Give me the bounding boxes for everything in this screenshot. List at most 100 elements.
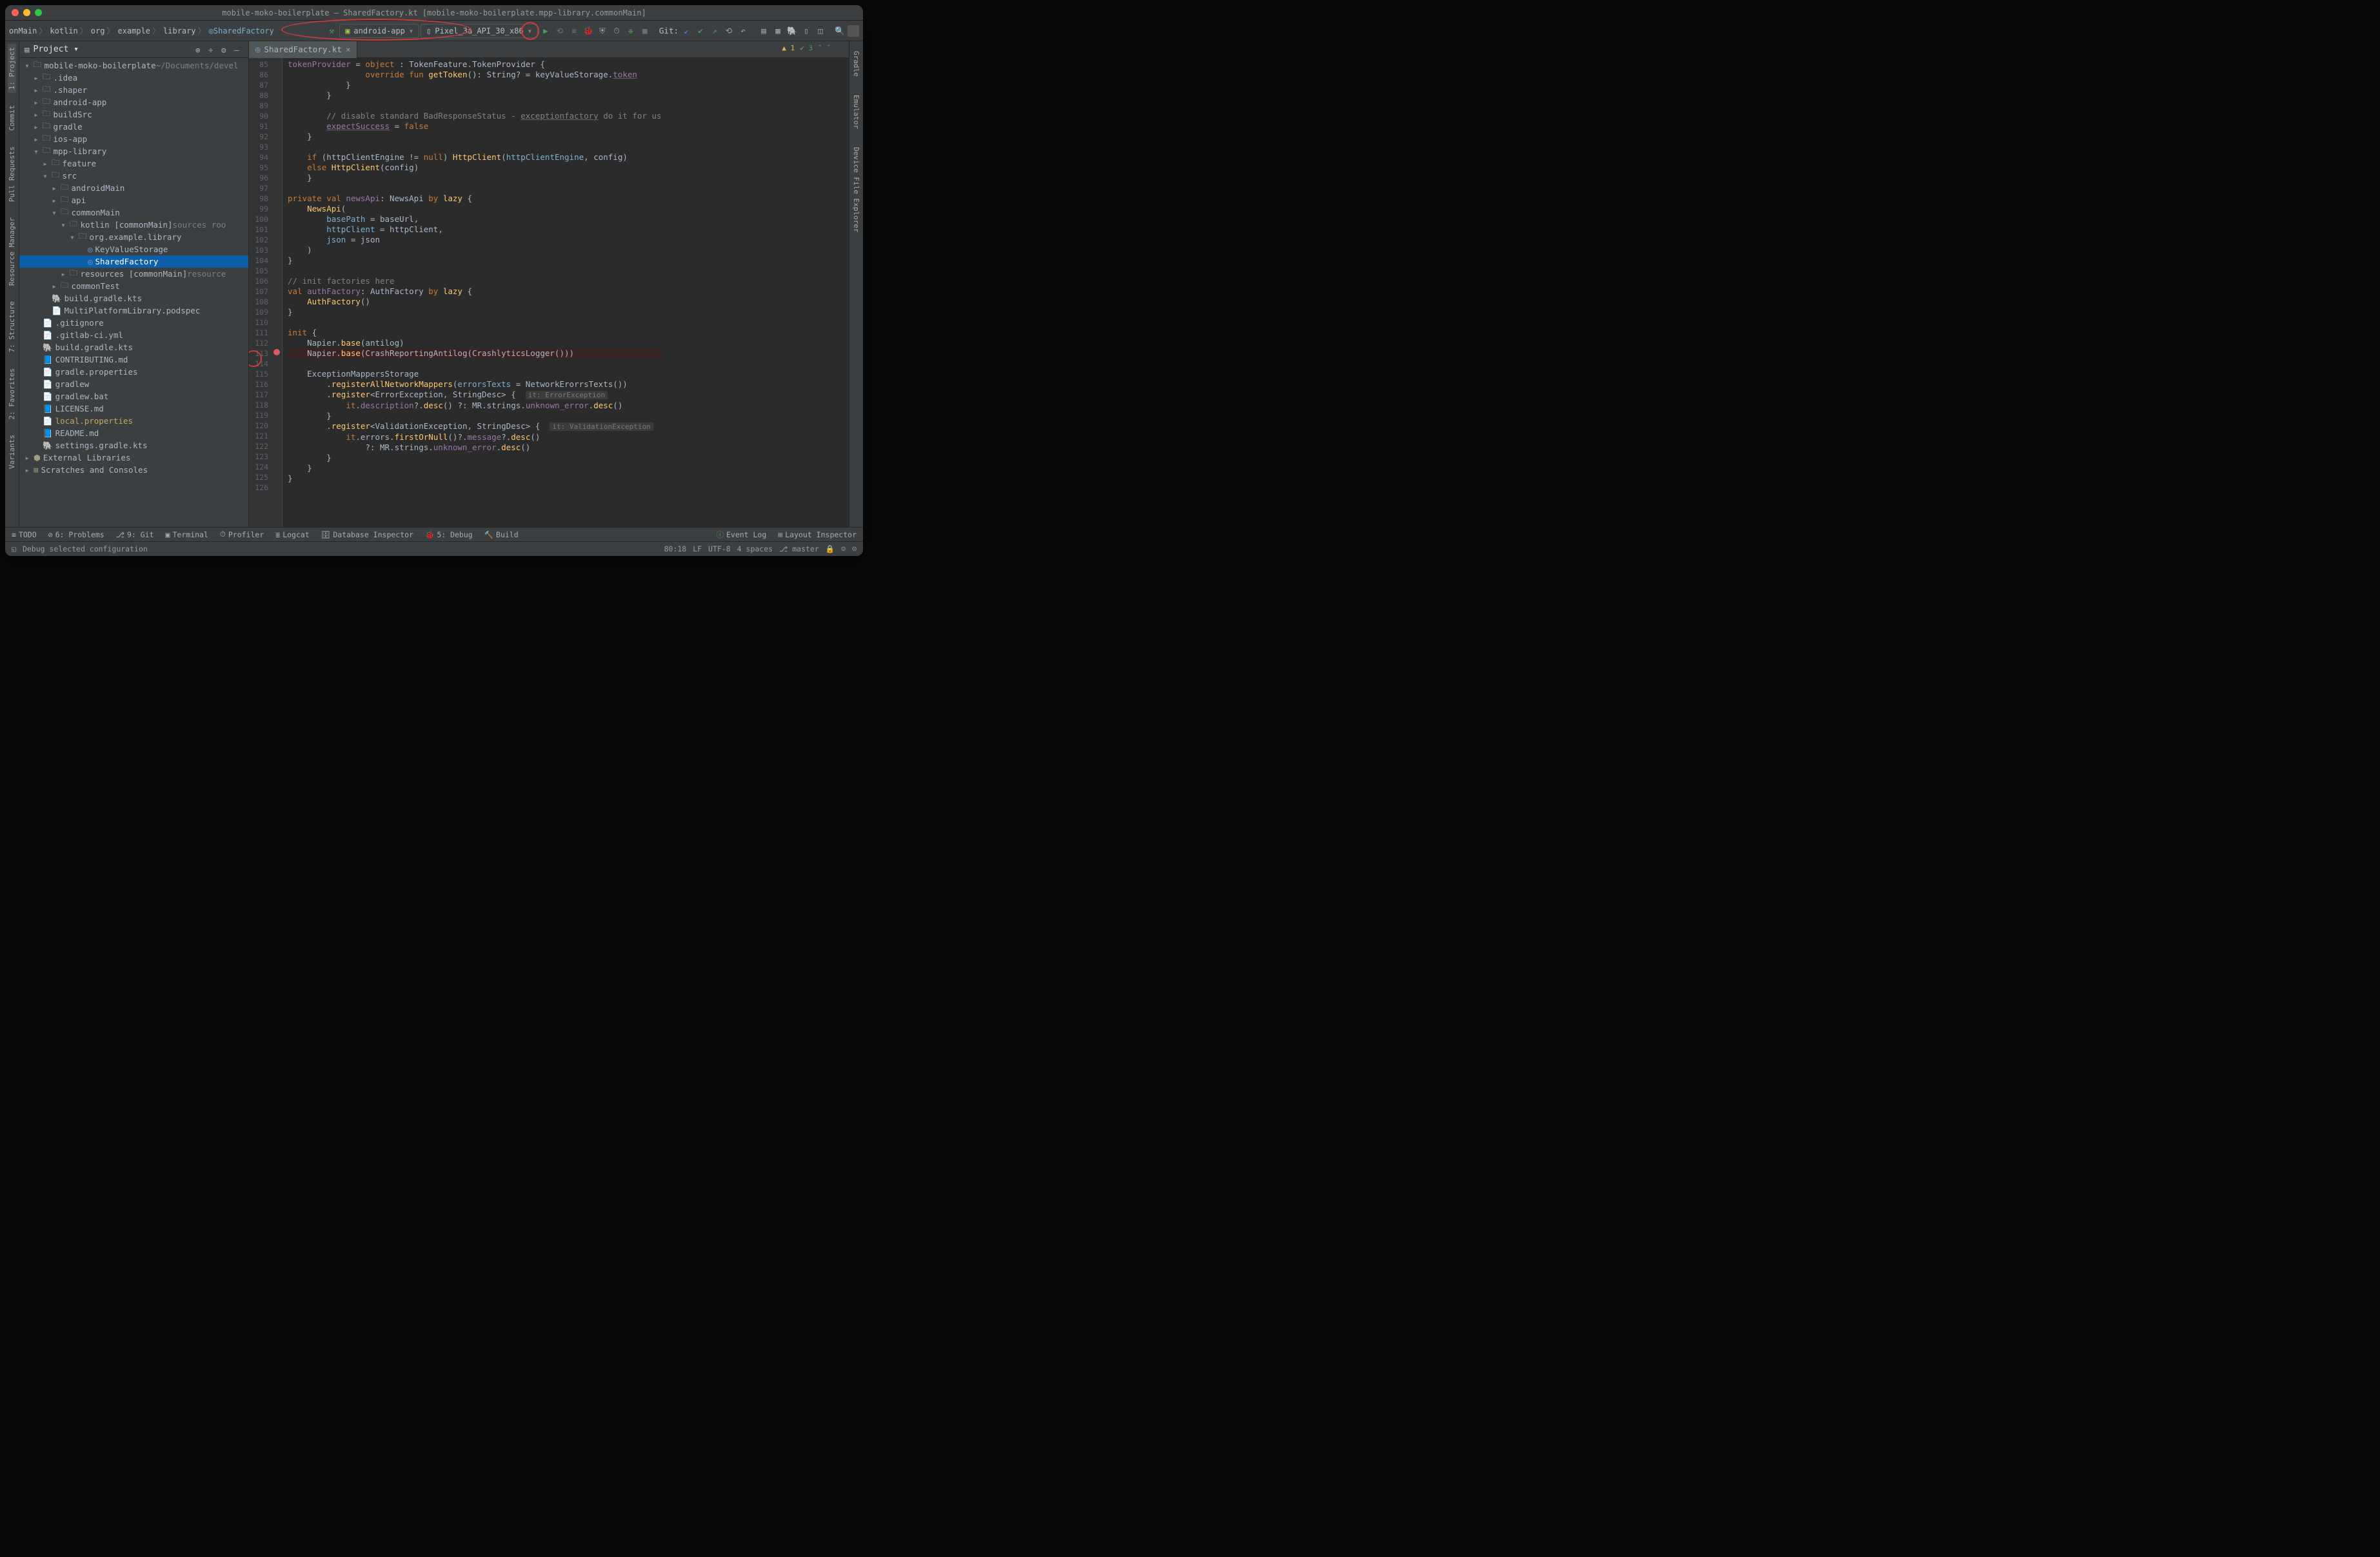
breakpoint-icon[interactable] (273, 349, 280, 355)
breadcrumb[interactable]: kotlin〉 (50, 25, 89, 36)
tree-item[interactable]: ▾🗀org.example.library (19, 231, 248, 243)
side-device-file-explorer[interactable]: Device File Explorer (852, 144, 860, 235)
settings-gear-icon[interactable]: ⚙ (221, 45, 230, 54)
breadcrumb[interactable]: library〉 (163, 25, 208, 36)
bottom-git[interactable]: ⎇ 9: Git (116, 530, 154, 539)
tree-item[interactable]: 📄gradle.properties (19, 366, 248, 378)
bottom-layout-inspector[interactable]: ⊞ Layout Inspector (778, 530, 857, 539)
tree-item[interactable]: 📘LICENSE.md (19, 402, 248, 415)
bottom-db[interactable]: 🗄 Database Inspector (321, 530, 413, 539)
encoding[interactable]: UTF-8 (708, 544, 731, 553)
tree-item[interactable]: ▾🗀mpp-library (19, 145, 248, 157)
tree-item[interactable]: ▸⊞Scratches and Consoles (19, 464, 248, 476)
project-view-selector[interactable]: Project ▾ (34, 45, 79, 54)
tree-item[interactable]: ▸🗀ios-app (19, 133, 248, 145)
tree-item[interactable]: 🐘settings.gradle.kts (19, 439, 248, 451)
side-resource-manager[interactable]: Resource Manager (8, 214, 16, 289)
breadcrumb[interactable]: org〉 (91, 25, 117, 36)
expand-all-icon[interactable]: ÷ (208, 45, 217, 54)
hide-icon[interactable]: — (234, 45, 243, 54)
line-ending[interactable]: LF (693, 544, 702, 553)
side-pull-requests[interactable]: Pull Requests (8, 143, 16, 205)
bottom-logcat[interactable]: ≣ Logcat (275, 530, 309, 539)
attach-icon[interactable]: ❉ (624, 25, 637, 37)
bottom-event-log[interactable]: ⓘ Event Log (716, 530, 766, 540)
indent[interactable]: 4 spaces (737, 544, 773, 553)
bottom-build[interactable]: 🔨 Build (484, 530, 519, 539)
tree-item[interactable]: 📘README.md (19, 427, 248, 439)
side-project[interactable]: 1: Project (8, 44, 16, 93)
tree-item[interactable]: ▸🗀androidMain (19, 182, 248, 194)
vcs-commit-icon[interactable]: ✔ (694, 25, 707, 37)
side-emulator[interactable]: Emulator (852, 92, 860, 132)
tree-item[interactable]: ▾🗀kotlin [commonMain] sources roo (19, 219, 248, 231)
tree-item[interactable]: ▸🗀.idea (19, 72, 248, 84)
tree-item[interactable]: ▸🗀gradle (19, 121, 248, 133)
profile-icon[interactable]: ⏱ (610, 25, 623, 37)
bottom-profiler[interactable]: ⏱ Profiler (220, 530, 264, 539)
tree-item[interactable]: ▸🗀api (19, 194, 248, 206)
bottom-problems[interactable]: ⊘ 6: Problems (48, 530, 104, 539)
tree-item[interactable]: 📄local.properties (19, 415, 248, 427)
device-icon[interactable]: ▯ (800, 25, 813, 37)
run-icon[interactable]: ▶ (539, 25, 552, 37)
tree-item[interactable]: ▸🗀commonTest (19, 280, 248, 292)
caret-position[interactable]: 80:18 (664, 544, 687, 553)
select-opened-file-icon[interactable]: ⊕ (195, 45, 204, 54)
apply-changes-icon[interactable]: ⟲ (553, 25, 566, 37)
vcs-update-icon[interactable]: ↙ (680, 25, 693, 37)
sdk-icon[interactable]: ▦ (771, 25, 784, 37)
tree-item[interactable]: ▸🗀feature (19, 157, 248, 170)
tree-item[interactable]: ▸🗀buildSrc (19, 108, 248, 121)
side-structure[interactable]: 7: Structure (8, 298, 16, 355)
memory-icon[interactable]: ☺ (841, 544, 846, 553)
tree-item[interactable]: 📄MultiPlatformLibrary.podspec (19, 304, 248, 317)
tree-item[interactable]: ◎SharedFactory (19, 255, 248, 268)
tree-item[interactable]: 📘CONTRIBUTING.md (19, 353, 248, 366)
bottom-terminal[interactable]: ▣ Terminal (166, 530, 208, 539)
side-favorites[interactable]: 2: Favorites (8, 365, 16, 422)
tree-item[interactable]: ▾🗀src (19, 170, 248, 182)
close-tab-icon[interactable]: × (346, 45, 351, 54)
breadcrumb[interactable]: ◎ SharedFactory (209, 26, 274, 35)
lock-icon[interactable]: 🔒 (826, 544, 835, 553)
tree-item[interactable]: ▸🗀.shaper (19, 84, 248, 96)
tool-window-toggle-icon[interactable]: ◱ (12, 544, 16, 553)
app-inspection-icon[interactable]: ◫ (814, 25, 827, 37)
bottom-todo[interactable]: ≡ TODO (12, 530, 37, 539)
user-icon[interactable] (848, 25, 859, 37)
sync-icon[interactable]: 🐘 (786, 25, 798, 37)
tree-item[interactable]: 📄gradlew.bat (19, 390, 248, 402)
tree-item[interactable]: 🐘build.gradle.kts (19, 341, 248, 353)
history-icon[interactable]: ⟲ (722, 25, 735, 37)
tree-item[interactable]: ▾🗀mobile-moko-boilerplate ~/Documents/de… (19, 59, 248, 72)
minimize-window[interactable] (23, 9, 30, 16)
debug-icon[interactable]: 🐞 (582, 25, 595, 37)
tree-item[interactable]: 🐘build.gradle.kts (19, 292, 248, 304)
tree-item[interactable]: 📄.gitlab-ci.yml (19, 329, 248, 341)
side-gradle[interactable]: Gradle (852, 48, 860, 80)
inspection-widget[interactable]: ▲ 1 ✔ 3 ˆ ˇ (782, 44, 831, 52)
apply-code-icon[interactable]: ≡ (568, 25, 580, 37)
tree-item[interactable]: ▾🗀commonMain (19, 206, 248, 219)
tree-item[interactable]: ▸⬢External Libraries (19, 451, 248, 464)
breakpoint-gutter[interactable] (272, 58, 283, 527)
ide-status-icon[interactable]: ☹ (852, 544, 857, 553)
code-area[interactable]: tokenProvider = object : TokenFeature.To… (283, 58, 662, 527)
tree-item[interactable]: ◎KeyValueStorage (19, 243, 248, 255)
breadcrumb[interactable]: example〉 (117, 25, 162, 36)
side-variants[interactable]: Variants (8, 431, 16, 472)
editor-tab[interactable]: ◎ SharedFactory.kt × (249, 41, 357, 58)
rollback-icon[interactable]: ↶ (737, 25, 749, 37)
tree-item[interactable]: ▸🗀resources [commonMain] resource (19, 268, 248, 280)
search-icon[interactable]: 🔍 (833, 25, 846, 37)
bottom-debug[interactable]: 🐞 5: Debug (425, 530, 473, 539)
vcs-push-icon[interactable]: ↗ (708, 25, 721, 37)
close-window[interactable] (12, 9, 19, 16)
coverage-icon[interactable]: ⛨ (596, 25, 609, 37)
tree-item[interactable]: ▸🗀android-app (19, 96, 248, 108)
tree-item[interactable]: 📄.gitignore (19, 317, 248, 329)
project-tree[interactable]: ▾🗀mobile-moko-boilerplate ~/Documents/de… (19, 58, 248, 527)
tree-item[interactable]: 📄gradlew (19, 378, 248, 390)
stop-icon[interactable]: ■ (639, 25, 651, 37)
